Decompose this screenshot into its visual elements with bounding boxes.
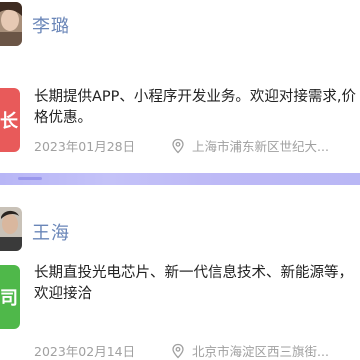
location-text: 上海市浦东新区世纪大... — [192, 139, 329, 154]
product-thumbnail[interactable]: 司 — [0, 265, 20, 329]
thumbnail-char: 长 — [0, 111, 18, 132]
section-divider — [0, 173, 360, 185]
item-meta: 2023年02月14日 北京市海淀区西三旗街... — [34, 341, 360, 360]
avatar[interactable] — [0, 2, 22, 46]
user-name[interactable]: 王海 — [32, 219, 70, 245]
location-text: 北京市海淀区西三旗街... — [192, 344, 329, 359]
user-name[interactable]: 李璐 — [32, 12, 70, 38]
location-pin-icon — [172, 343, 184, 358]
post-date: 2023年02月14日 — [34, 344, 136, 359]
item-description[interactable]: 长期提供APP、小程序开发业务。欢迎对接需求,价格优惠。 — [34, 87, 360, 131]
thumbnail-char: 司 — [0, 288, 18, 309]
post-date: 2023年01月28日 — [34, 139, 136, 154]
divider-mark — [18, 177, 42, 180]
avatar[interactable] — [0, 207, 22, 251]
product-thumbnail[interactable]: 长 — [0, 88, 20, 152]
item-description[interactable]: 长期直投光电芯片、新一代信息技术、新能源等，欢迎接洽 — [34, 263, 360, 307]
list-item[interactable]: 王海 司 长期直投光电芯片、新一代信息技术、新能源等，欢迎接洽 2023年02月… — [0, 185, 360, 360]
list-item[interactable]: 李璐 长 长期提供APP、小程序开发业务。欢迎对接需求,价格优惠。 2023年0… — [0, 0, 360, 172]
location-pin-icon — [172, 138, 184, 153]
item-meta: 2023年01月28日 上海市浦东新区世纪大... — [34, 136, 360, 155]
